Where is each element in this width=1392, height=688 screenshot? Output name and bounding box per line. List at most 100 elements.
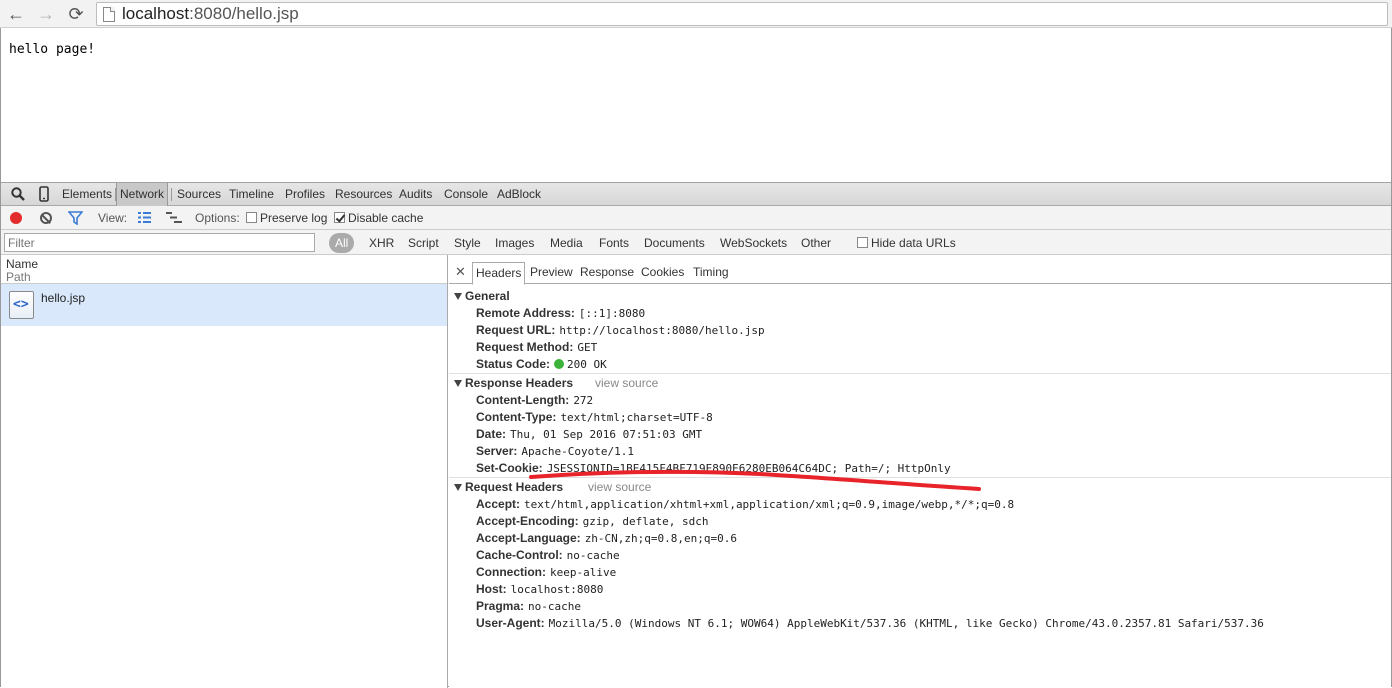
header-row: Status Code: 200 OK	[476, 357, 607, 372]
header-key: Content-Length:	[476, 393, 570, 407]
header-row: Accept-Encoding: gzip, deflate, sdch	[476, 514, 709, 529]
device-mode-icon[interactable]	[36, 186, 52, 202]
column-header[interactable]: Name Path	[1, 255, 447, 284]
header-value: Mozilla/5.0 (Windows NT 6.1; WOW64) Appl…	[548, 617, 1264, 630]
preserve-log-checkbox[interactable]: Preserve log	[246, 210, 327, 226]
header-key: Host:	[476, 582, 507, 596]
header-row: Remote Address: [::1]:8080	[476, 306, 645, 321]
tab-cookies[interactable]: Cookies	[638, 262, 687, 284]
header-row: Content-Type: text/html;charset=UTF-8	[476, 410, 713, 425]
expand-triangle-icon	[454, 484, 462, 491]
hide-data-urls-label: Hide data URLs	[871, 236, 956, 250]
close-icon[interactable]: ✕	[455, 264, 466, 280]
page-text: hello page!	[9, 42, 96, 57]
url-path: :8080/hello.jsp	[189, 4, 299, 23]
tab-preview[interactable]: Preview	[527, 262, 576, 284]
url-host: localhost	[122, 4, 190, 23]
filter-type-style[interactable]: Style	[454, 235, 481, 251]
header-key: Accept-Encoding:	[476, 514, 579, 528]
header-value: 200 OK	[567, 358, 607, 371]
filter-type-images[interactable]: Images	[495, 235, 534, 251]
request-name: hello.jsp	[41, 291, 86, 305]
checkbox-box[interactable]	[857, 237, 868, 248]
address-bar[interactable]: localhost:8080/hello.jsp	[96, 2, 1388, 26]
filter-type-media[interactable]: Media	[550, 235, 583, 251]
page-viewport: hello page!	[0, 28, 1392, 182]
filter-type-other[interactable]: Other	[801, 235, 831, 251]
tab-sources[interactable]: Sources	[174, 183, 224, 206]
header-value: Thu, 01 Sep 2016 07:51:03 GMT	[510, 428, 703, 441]
section-request-headers[interactable]: Request Headers view source	[449, 480, 1391, 494]
record-icon[interactable]	[10, 212, 22, 224]
tab-separator	[171, 188, 172, 201]
filter-type-fonts[interactable]: Fonts	[599, 235, 629, 251]
expand-triangle-icon	[454, 293, 462, 300]
filter-type-xhr[interactable]: XHR	[369, 235, 394, 251]
section-title: General	[465, 289, 510, 303]
reload-icon[interactable]: ⟳	[66, 4, 86, 24]
devtools-panel: Elements Network Sources Timeline Profil…	[0, 182, 1392, 688]
checkbox-box[interactable]	[334, 212, 345, 223]
header-key: Server:	[476, 444, 518, 458]
filter-input[interactable]	[4, 233, 315, 252]
tab-audits[interactable]: Audits	[396, 183, 435, 206]
disable-cache-checkbox[interactable]: Disable cache	[334, 210, 423, 226]
header-value: GET	[577, 341, 598, 354]
header-row: Server: Apache-Coyote/1.1	[476, 444, 634, 459]
section-divider	[449, 373, 1391, 374]
header-row: Request URL: http://localhost:8080/hello.…	[476, 323, 765, 338]
header-row: Accept: text/html,application/xhtml+xml,a…	[476, 497, 1014, 512]
tab-adblock[interactable]: AdBlock	[494, 183, 544, 206]
hide-data-urls-checkbox[interactable]: Hide data URLs	[857, 235, 956, 251]
header-row: Request Method: GET	[476, 340, 597, 355]
search-icon[interactable]	[10, 186, 26, 202]
html-file-icon: <>	[9, 291, 34, 319]
url-text[interactable]: localhost:8080/hello.jsp	[122, 4, 299, 24]
filter-icon[interactable]	[68, 211, 83, 225]
header-value: zh-CN,zh;q=0.8,en;q=0.6	[584, 532, 738, 545]
header-value: [::1]:8080	[578, 307, 646, 320]
header-key: Pragma:	[476, 599, 525, 613]
header-value: text/html;charset=UTF-8	[560, 411, 713, 424]
view-source-link[interactable]: view source	[595, 376, 658, 390]
header-key: Accept-Language:	[476, 531, 581, 545]
table-row[interactable]: <> hello.jsp	[1, 284, 447, 326]
header-key: Cache-Control:	[476, 548, 563, 562]
view-label: View:	[98, 211, 128, 225]
header-value: no-cache	[566, 549, 620, 562]
tab-response[interactable]: Response	[577, 262, 637, 284]
filter-bar: All XHR Script Style Images Media Fonts …	[1, 230, 1391, 255]
detail-tabbar: ✕ Headers Preview Response Cookies Timin…	[449, 262, 1391, 285]
expand-triangle-icon	[454, 380, 462, 387]
tab-timeline[interactable]: Timeline	[226, 183, 277, 206]
tab-console[interactable]: Console	[441, 183, 491, 206]
header-value: no-cache	[528, 600, 582, 613]
header-value: keep-alive	[550, 566, 617, 579]
filter-type-script[interactable]: Script	[408, 235, 439, 251]
header-key: User-Agent:	[476, 616, 545, 630]
tab-network[interactable]: Network	[116, 183, 169, 206]
large-rows-icon[interactable]	[137, 211, 152, 224]
header-row: Content-Length: 272	[476, 393, 593, 408]
section-general[interactable]: General	[449, 289, 1391, 303]
forward-arrow-icon[interactable]: →	[36, 4, 56, 24]
filter-type-websockets[interactable]: WebSockets	[720, 235, 787, 251]
tab-headers[interactable]: Headers	[472, 262, 526, 285]
header-key: Request URL:	[476, 323, 556, 337]
header-row: Pragma: no-cache	[476, 599, 581, 614]
section-response-headers[interactable]: Response Headers view source	[449, 376, 1391, 390]
clear-icon[interactable]	[40, 212, 52, 224]
tab-timing[interactable]: Timing	[690, 262, 732, 284]
header-row: Host: localhost:8080	[476, 582, 603, 597]
filter-type-all[interactable]: All	[329, 233, 355, 253]
header-key: Date:	[476, 427, 507, 441]
tab-profiles[interactable]: Profiles	[282, 183, 328, 206]
view-source-link[interactable]: view source	[588, 480, 651, 494]
tab-elements[interactable]: Elements	[59, 183, 115, 206]
filter-type-documents[interactable]: Documents	[644, 235, 705, 251]
checkbox-box[interactable]	[246, 212, 257, 223]
column-path: Path	[6, 270, 31, 284]
back-arrow-icon[interactable]: ←	[6, 4, 26, 24]
tab-resources[interactable]: Resources	[332, 183, 395, 206]
overview-icon[interactable]	[165, 211, 183, 224]
